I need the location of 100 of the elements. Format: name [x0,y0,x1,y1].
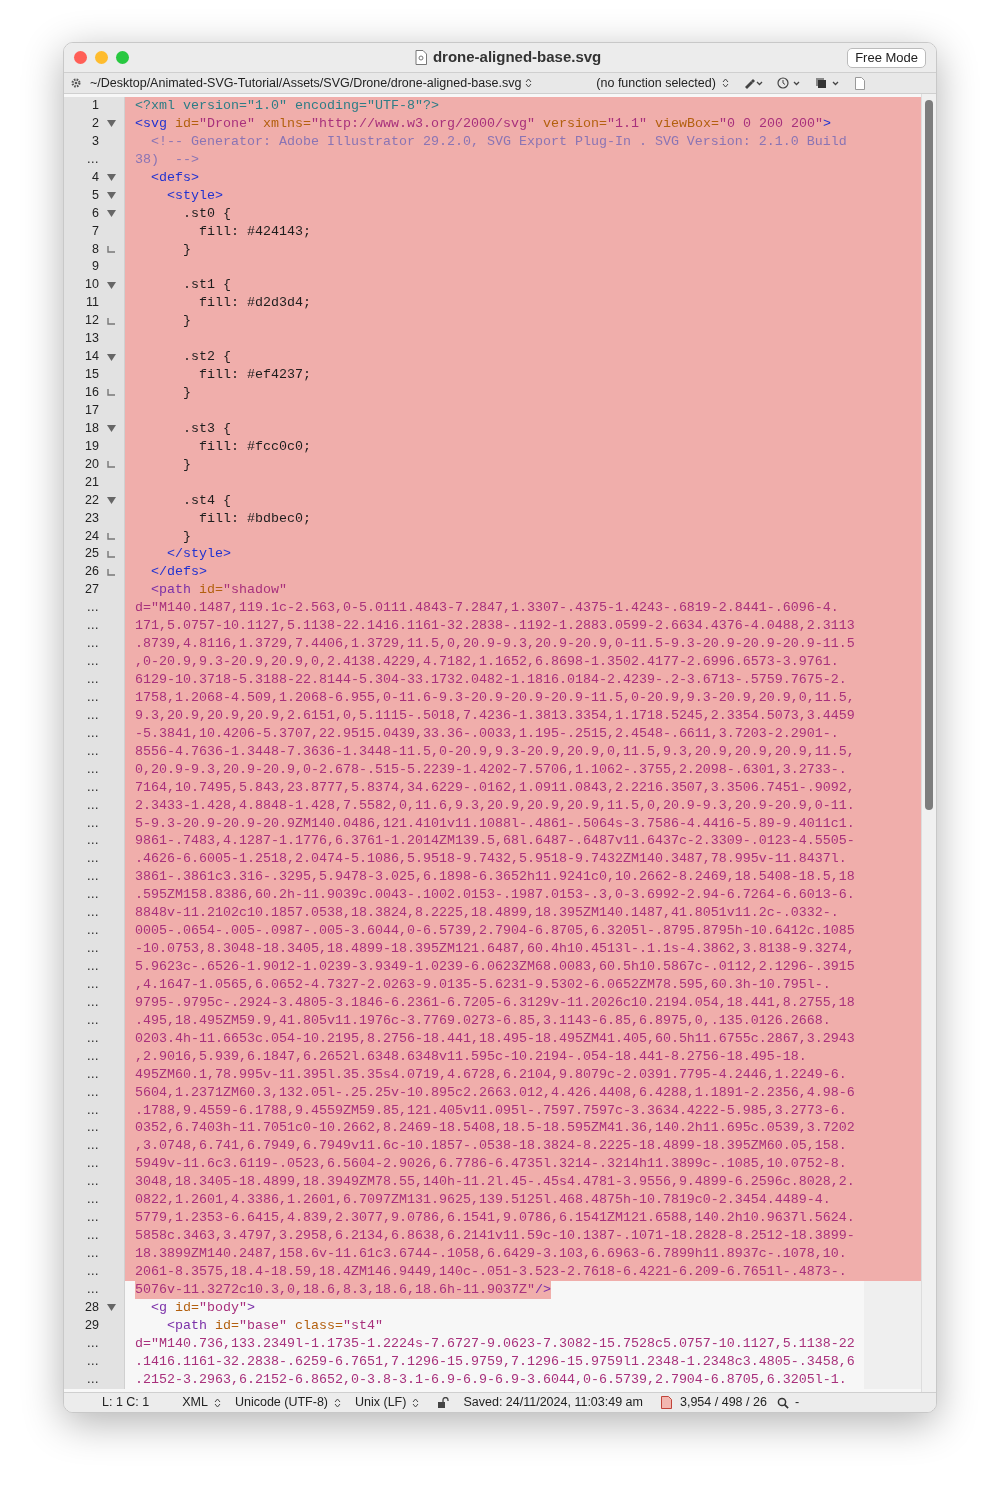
line-number: … [85,1245,99,1262]
code-line: 0,20.9-9.3,20.9-20.9,0-2.678-.515-5.2239-1.4202-7.5706,1.1062-.3755,2.2098-.6301,3.2733-. [135,761,847,777]
line-number: 4 [91,168,99,186]
line-number: … [85,1083,99,1101]
code-line: .495,18.495ZM59.9,41.805v11.1976c-3.7769.0273-6.85,3.1143-6.85,6.8975,0,.135.0126.2668. [135,1012,831,1028]
line-number: 28 [84,1298,99,1316]
line-number: … [85,922,99,940]
line-number: … [85,975,99,993]
fold-triangle-icon[interactable] [107,174,116,182]
line-number: … [85,1209,99,1227]
code-line: 38) --> [135,151,199,167]
code-line: 0352,6.7403h-11.7051c0-10.2662,8.2469-18.5408,18.5-18.595ZM41.36,140.2h11.695c.0539,3.7202 [135,1120,855,1136]
line-number: … [85,1370,99,1388]
fold-triangle-icon[interactable] [107,353,116,361]
code-line: .st1 { [182,277,231,293]
code-line: .1788,9.4559-6.1788,9.4559ZM59.85,121.405v11.095l-.7597.7597c-3.3634.4222-5.985,3.2773-6. [135,1102,847,1118]
file-path-menu[interactable]: ~/Desktop/Animated-SVG-Tutorial/Assets/SVG/Drone/drone-aligned-base.svg [90,73,533,93]
line-number: … [85,1191,99,1209]
fold-triangle-icon[interactable] [107,120,116,128]
line-number: 22 [84,491,99,509]
line-number: 21 [84,473,99,491]
line-number: … [85,993,99,1011]
updown-chevron-icon [525,78,533,88]
line-number: 26 [84,563,99,581]
line-number: … [85,1352,99,1370]
syntax-menu[interactable]: XML [182,1393,221,1412]
line-number: 29 [84,1316,99,1334]
gear-icon[interactable] [70,77,82,89]
line-number: … [85,1262,99,1280]
line-number: … [85,706,99,724]
code-line: .st4 { [182,492,231,508]
code-line: 18.3899ZM140.2487,158.6v-11.61c3.6744-.1058,6.6429-3.103,6.6963-6.7899h11.8937c-.1078,10. [135,1246,847,1261]
line-number: 17 [84,401,99,419]
search-menu[interactable]: - [776,1393,800,1412]
fold-triangle-icon[interactable] [107,192,116,200]
line-number: 3 [91,132,99,150]
code-line: </style> [166,546,231,562]
line-number: … [85,599,99,617]
fold-triangle-icon[interactable] [107,425,116,433]
code-line: 495ZM60.1,78.995v-11.395l.35.35s4.0719,4.6728,6.2104,9.8079c-2.0391.7795-4.2446,1.2249-6. [135,1066,847,1082]
code-line: } [182,385,191,400]
code-line: <style> [166,187,223,203]
code-line: ,3.0748,6.741,6.7949,6.7949v11.6c-10.1857-.0538-18.3824-8.2225-18.4899-18.395ZM60.05,158. [135,1138,847,1154]
code-line: fill: #424143; [198,223,311,239]
line-number: … [85,1011,99,1029]
line-number: … [85,724,99,742]
code-line: .8739,4.8116,1.3729,7.4406,1.3729,11.5,0,20.9-9.3,20.9-20.9,0-11.5-9.3-20.9-20.9-20.9-11.5 [135,636,855,652]
line-number: … [85,1137,99,1155]
line-number: … [85,617,99,635]
code-line: .1416.1161-32.2838-.6259-6.7651,7.1296-15.9759,7.1296-15.9759l1.2348-1.2348c3.4805-.3458,6 [135,1353,855,1369]
code-line: 2.3433-1.428,4.8848-1.428,7.5582,0,11.6,9.3,20.9,20.9,20.9,11.5,0,20.9-9.3,20.9-20.9,0-11. [135,797,855,813]
code-line: 2061-8.3575,18.4-18.59,18.4ZM146.9449,140c-.051-3.523-2.7618-6.4221-6.209-6.7651l-.4873-. [135,1263,847,1279]
code-line: <!-- Generator: Adobe Illustrator 29.2.0, SVG Export Plug-In . SVG Version: 2.1.0 Build [150,133,847,149]
code-line: </defs> [150,564,207,580]
fold-triangle-icon[interactable] [107,497,116,505]
fold-triangle-icon[interactable] [107,1304,116,1312]
line-number: 2 [91,114,99,132]
encoding-menu[interactable]: Unicode (UTF-8) [234,1393,342,1412]
code-line: d="M140.1487,119.1c-2.563,0-5.0111.4843-7.2847,1.3307-.4375-1.4243-.6819-2.8441-.6096-4. [135,600,839,616]
code-line: } [182,456,191,472]
fold-triangle-icon[interactable] [107,281,116,289]
code-line: 6129-10.3718-5.3188-22.8144-5.304-33.1732.0482-1.1816.0184-2.4239-.2-3.6713-.5759.7675-2. [135,672,847,687]
code-line: fill: #bdbec0; [198,510,311,526]
code-line: .st2 { [182,349,231,365]
line-number: … [85,688,99,706]
code-line: <g id="body"> [150,1299,255,1315]
scrollbar-thumb[interactable] [925,100,933,810]
line-endings-menu[interactable]: Unix (LF) [355,1393,420,1412]
code-line: .2152-3.2963,6.2152-6.8652,0-3.8-3.1-6.9-6.9-6.9-3.6044,0-6.5739,2.7904-6.8705,6.3205l-1. [135,1371,847,1387]
code-line: 5779,1.2353-6.6415,4.839,2.3077,9.0786,6.1541,9.0786,6.1541ZM121.6588,140.2h10.9637l.5624. [135,1210,855,1226]
function-menu[interactable]: (no function selected) [596,73,729,93]
fold-triangle-icon[interactable] [107,210,116,218]
windows-menu-icon[interactable] [814,77,841,89]
line-number: 14 [84,348,99,366]
line-number: 25 [84,545,99,563]
line-number: … [85,150,99,168]
code-line: <defs> [150,169,199,185]
line-number: … [85,742,99,760]
line-number: 12 [84,312,99,330]
code-line: 0203.4h-11.6653c.054-10.2195,8.2756-18.441,18.495-18.495ZM41.405,60.5h11.6755c.2867,3.2943 [135,1030,855,1046]
line-number: 8 [91,240,99,258]
line-number: 10 [84,276,99,294]
line-number: … [85,832,99,850]
line-number: … [85,635,99,653]
free-mode-button[interactable]: Free Mode [847,47,926,68]
updown-chevron-icon [334,1397,342,1408]
code-line: fill: #ef4237; [198,367,311,383]
code-line: d="M140.736,133.2349l-1.1735-1.2224s-7.6727-9.0623-7.3082-15.7528c5.0757-10.1127,5.1138-22 [135,1335,855,1351]
search-icon [776,1396,789,1409]
unlocked-icon[interactable] [437,1396,450,1409]
code-line: 5949v-11.6c3.6119-.0523,6.5604-2.9026,6.7786-6.4735l.3214-.3214h11.3899c-.1085,10.0752-8. [135,1156,847,1172]
document-icon[interactable] [854,76,865,90]
code-line: <svg id="Drone" xmlns="http://www.w3.org/2000/svg" version="1.1" viewBox="0 0 200 200"> [135,115,831,131]
code-line: 171,5.0757-10.1127,5.1138-22.1416.1161-32.2838-.1192-1.2883.0599-2.6634.4376-4.0488,2.3113 [135,618,855,634]
line-number: … [85,940,99,958]
clock-menu-icon[interactable] [776,77,801,89]
code-line: .595ZM158.8386,60.2h-11.9039c.0043-.1002.0153-.1987.0153-.3,0-3.6992-2.94-6.7264-6.6013-6. [135,887,855,903]
code-line: } [182,528,191,544]
close-button[interactable] [74,51,87,64]
line-number: 11 [85,294,99,312]
